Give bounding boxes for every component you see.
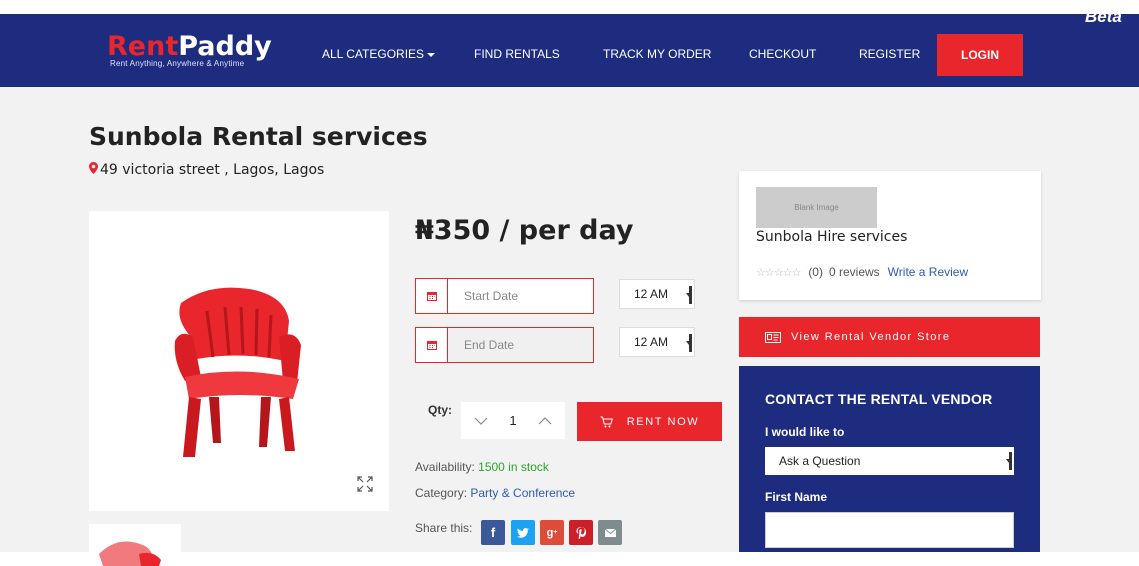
vendor-address-text: 49 victoria street , Lagos, Lagos: [100, 162, 325, 178]
vendor-card: Blank Image Sunbola Hire services ☆☆☆☆☆ …: [739, 171, 1041, 300]
facebook-share-icon[interactable]: f: [481, 520, 505, 545]
first-name-input[interactable]: [765, 512, 1014, 548]
nav-all-categories[interactable]: ALL CATEGORIES: [322, 47, 436, 61]
nav-checkout[interactable]: CHECKOUT: [749, 47, 816, 61]
logo-rent-text: Rent: [107, 31, 179, 62]
rent-now-label: RENT NOW: [626, 415, 700, 428]
star-rating-icon: ☆☆☆☆☆: [756, 266, 801, 279]
qty-label: Qty:: [428, 403, 452, 417]
rating-row: ☆☆☆☆☆ (0) 0 reviews Write a Review: [756, 265, 968, 279]
email-share-icon[interactable]: [598, 520, 622, 545]
login-button[interactable]: LOGIN: [937, 34, 1023, 76]
map-pin-icon: [89, 162, 98, 178]
beta-badge: Beta: [1085, 7, 1122, 26]
contact-vendor-form: CONTACT THE RENTAL VENDOR I would like t…: [739, 366, 1040, 552]
category: Category: Party & Conference: [415, 486, 575, 500]
chair-thumbnail-image: [99, 541, 161, 566]
category-label: Category:: [415, 486, 468, 500]
chevron-up-icon[interactable]: [537, 413, 553, 429]
review-count: 0 reviews: [828, 265, 880, 279]
rent-now-button[interactable]: RENT NOW: [577, 402, 722, 441]
top-gap: [0, 0, 1139, 14]
google-plus-share-icon[interactable]: g +: [540, 520, 564, 545]
cart-icon: [600, 416, 613, 427]
caret-down-icon: [427, 52, 436, 57]
logo-paddy-text: Paddy: [178, 31, 272, 62]
vendor-logo-placeholder: Blank Image: [756, 187, 877, 228]
view-vendor-store-label: View Rental Vendor Store: [791, 331, 951, 343]
end-time-value: 12 AM: [634, 335, 669, 349]
nav-find-rentals[interactable]: FIND RENTALS: [474, 47, 560, 61]
vendor-address: 49 victoria street , Lagos, Lagos: [89, 162, 324, 178]
chevron-down-icon[interactable]: [473, 413, 489, 429]
id-card-icon: [765, 331, 781, 343]
select-arrow-icon: [686, 334, 692, 352]
quantity-stepper: 1: [461, 402, 565, 439]
availability-label: Availability:: [415, 460, 475, 474]
expand-icon[interactable]: [356, 475, 374, 493]
logo[interactable]: RentPaddy Rent Anything, Anywhere & Anyt…: [107, 32, 287, 76]
page-title: Sunbola Rental services: [89, 122, 428, 151]
red-chair-image: [174, 287, 301, 457]
intent-select[interactable]: Ask a Question: [765, 447, 1014, 475]
nav-track-my-order[interactable]: TRACK MY ORDER: [603, 47, 711, 61]
twitter-share-icon[interactable]: [511, 520, 535, 545]
qty-value[interactable]: 1: [509, 413, 516, 428]
logo-wordmark: RentPaddy: [107, 32, 287, 62]
price: ₦350 / per day: [415, 215, 634, 246]
start-date-placeholder: Start Date: [464, 289, 519, 303]
start-time-select[interactable]: 12 AM: [619, 279, 695, 309]
select-arrow-icon: [1006, 452, 1012, 470]
nav-register[interactable]: REGISTER: [859, 47, 920, 61]
calendar-icon: [416, 279, 448, 313]
view-vendor-store-button[interactable]: View Rental Vendor Store: [739, 317, 1040, 357]
end-time-select[interactable]: 12 AM: [619, 327, 695, 357]
end-date-field[interactable]: End Date: [415, 327, 594, 363]
category-link[interactable]: Party & Conference: [470, 486, 575, 500]
calendar-icon: [416, 328, 448, 362]
rating-count: (0): [808, 265, 823, 279]
first-name-label: First Name: [765, 490, 828, 504]
intent-select-value: Ask a Question: [779, 454, 861, 468]
product-thumbnail[interactable]: [89, 524, 181, 566]
nav-all-categories-label: ALL CATEGORIES: [322, 47, 425, 61]
intent-label: I would like to: [765, 425, 845, 439]
navbar: RentPaddy Rent Anything, Anywhere & Anyt…: [0, 14, 1139, 87]
select-arrow-icon: [686, 286, 692, 304]
share-label: Share this:: [415, 521, 473, 535]
write-review-link[interactable]: Write a Review: [888, 265, 968, 279]
availability-value: 1500 in stock: [478, 460, 549, 474]
availability: Availability: 1500 in stock: [415, 460, 549, 474]
vendor-card-name[interactable]: Sunbola Hire services: [756, 229, 907, 245]
start-date-field[interactable]: Start Date: [415, 278, 594, 314]
end-date-placeholder: End Date: [464, 338, 515, 352]
pinterest-share-icon[interactable]: [569, 520, 593, 545]
start-time-value: 12 AM: [634, 287, 669, 301]
product-image[interactable]: [89, 211, 389, 511]
contact-title: CONTACT THE RENTAL VENDOR: [765, 391, 993, 407]
